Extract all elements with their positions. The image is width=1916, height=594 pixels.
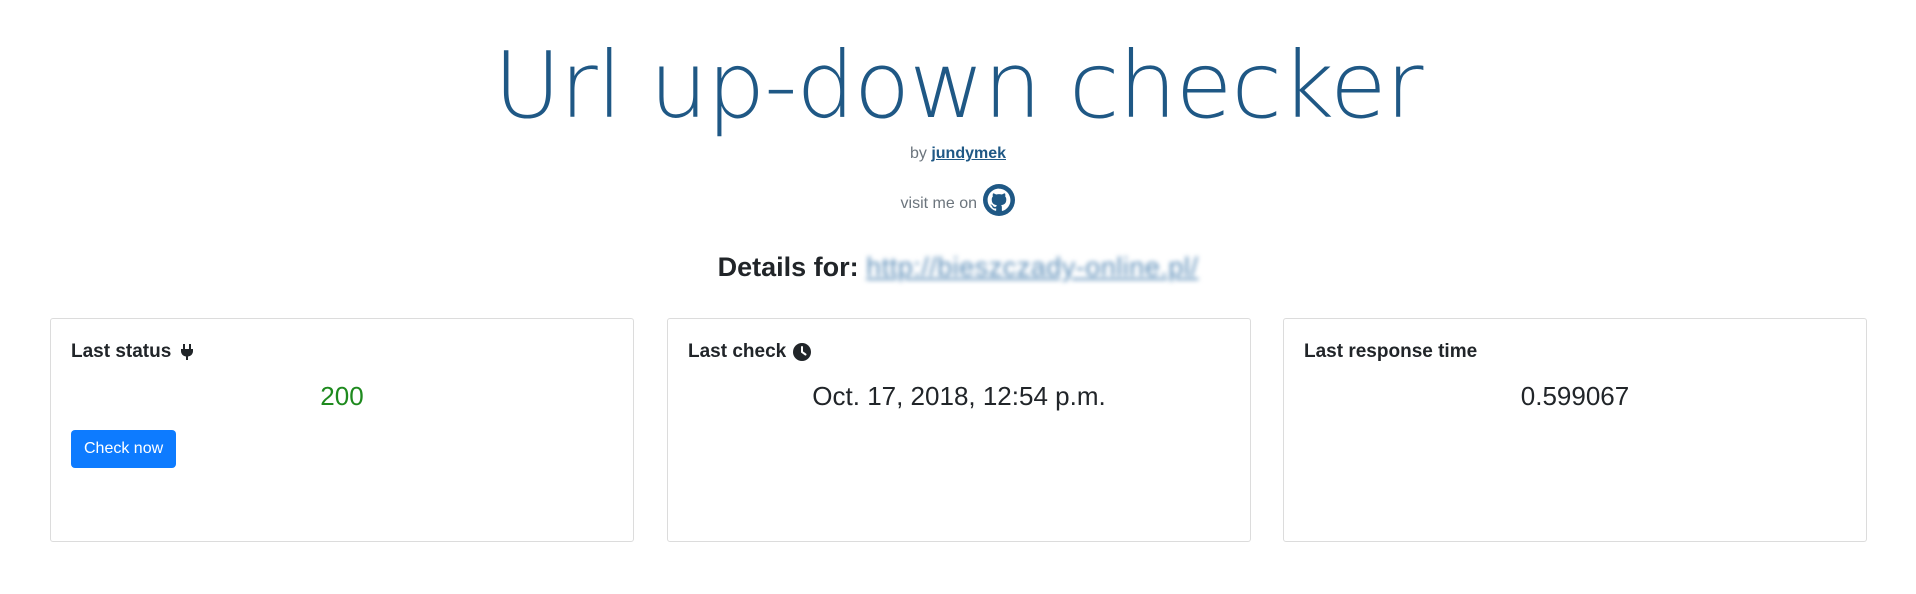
- details-label: Details for:: [717, 252, 859, 282]
- author-link[interactable]: jundymek: [931, 145, 1006, 162]
- clock-icon: [792, 342, 812, 362]
- last-check-value: Oct. 17, 2018, 12:54 p.m.: [812, 381, 1106, 411]
- byline: by jundymek: [0, 145, 1916, 163]
- last-response-card: Last response time 0.599067: [1283, 318, 1867, 542]
- last-status-card: Last status 200 Check now: [50, 318, 634, 542]
- last-status-title: Last status: [71, 341, 197, 363]
- plug-icon: [177, 342, 197, 362]
- last-check-label: Last check: [688, 341, 787, 362]
- last-check-card: Last check Oct. 17, 2018, 12:54 p.m.: [667, 318, 1251, 542]
- visit-line: visit me on: [0, 184, 1916, 216]
- page: Url up-down checker by jundymek visit me…: [0, 0, 1916, 594]
- github-icon[interactable]: [983, 184, 1016, 216]
- details-url-link[interactable]: http://bieszczady-online.pl/: [866, 252, 1198, 282]
- byline-prefix: by: [909, 145, 927, 162]
- last-response-title: Last response time: [1304, 341, 1477, 363]
- last-status-label: Last status: [71, 341, 172, 362]
- check-now-button[interactable]: Check now: [71, 430, 177, 468]
- last-response-value: 0.599067: [1520, 381, 1630, 411]
- last-response-label: Last response time: [1304, 341, 1478, 362]
- details-heading: Details for: http://bieszczady-online.pl…: [0, 252, 1916, 283]
- last-status-value: 200: [320, 381, 364, 411]
- page-title: Url up-down checker: [493, 32, 1424, 139]
- last-check-title: Last check: [688, 341, 812, 363]
- visit-text: visit me on: [900, 195, 977, 212]
